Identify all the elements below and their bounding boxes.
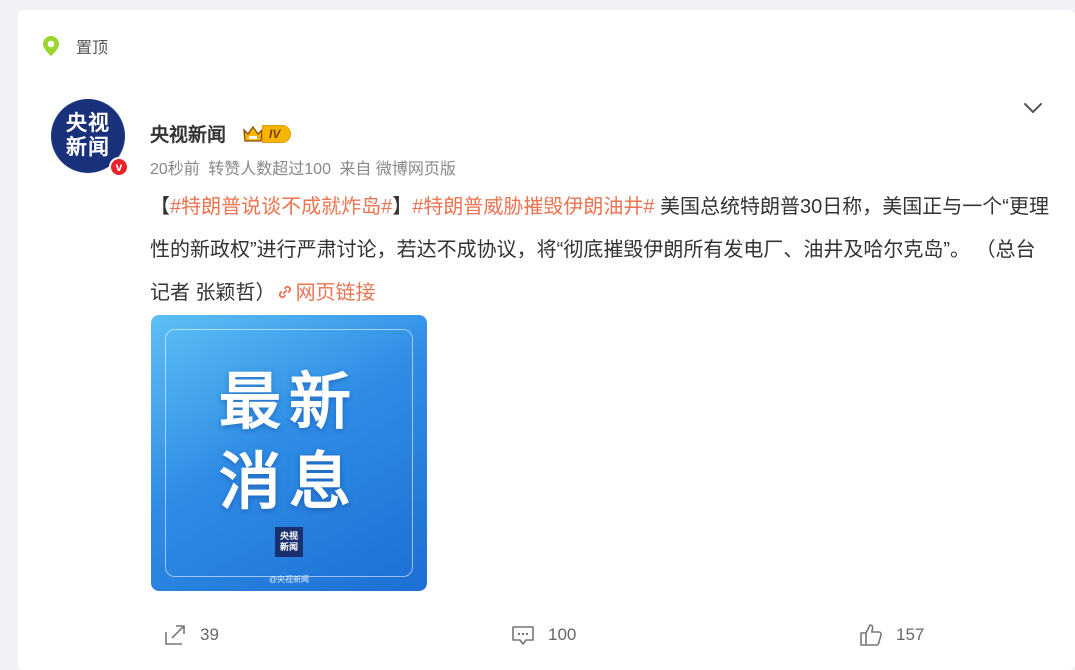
- pinned-label: 置顶: [76, 40, 109, 57]
- repost-like-stat: 转赞人数超过100: [208, 161, 331, 178]
- comment-button[interactable]: 100: [510, 622, 576, 648]
- pin-location-icon: [43, 36, 59, 56]
- chevron-down-icon[interactable]: [1021, 96, 1045, 120]
- username[interactable]: 央视新闻: [150, 120, 226, 147]
- image-logo: 央视 新闻: [275, 527, 303, 557]
- hashtag-link[interactable]: #特朗普威胁摧毁伊朗油井#: [412, 196, 654, 218]
- web-link-label: 网页链接: [295, 282, 376, 304]
- weibo-post-card: 置顶 央视 新闻 v 央视新闻 IV 20秒前 转赞人数超过100 来自 微博网…: [18, 10, 1075, 670]
- verified-badge-icon: v: [109, 157, 129, 177]
- author-row: 央视新闻 IV: [150, 120, 292, 147]
- avatar[interactable]: 央视 新闻 v: [51, 99, 129, 177]
- link-icon: [278, 285, 291, 299]
- bracket-open: 【: [150, 196, 170, 218]
- image-logo-line1: 央视: [279, 531, 298, 541]
- image-logo-line2: 新闻: [279, 542, 298, 552]
- avatar-logo-line1: 央视: [66, 112, 110, 135]
- web-link[interactable]: 网页链接: [276, 282, 376, 304]
- post-meta: 20秒前 转赞人数超过100 来自 微博网页版: [150, 155, 460, 179]
- image-headline-line2: 消息: [218, 448, 359, 517]
- comment-count: 100: [548, 625, 577, 644]
- share-count: 39: [200, 625, 219, 644]
- image-watermark: @央视新闻: [268, 575, 310, 584]
- bracket-close: 】: [392, 196, 413, 218]
- like-button[interactable]: 157: [858, 622, 924, 648]
- post-time[interactable]: 20秒前: [150, 161, 200, 178]
- image-headline: 最新 消息: [151, 363, 427, 523]
- share-button[interactable]: 39: [162, 622, 219, 648]
- post-image[interactable]: 最新 消息 央视 新闻 @央视新闻: [151, 315, 427, 591]
- crown-icon: [243, 125, 263, 142]
- level-label: IV: [262, 124, 292, 143]
- avatar-logo-line2: 新闻: [66, 136, 110, 159]
- thumbs-up-icon: [860, 624, 882, 646]
- post-source: 来自 微博网页版: [339, 161, 456, 178]
- action-bar: 39 100 157: [18, 622, 1075, 658]
- like-count: 157: [896, 625, 925, 644]
- user-level-badge[interactable]: IV: [242, 124, 292, 143]
- image-headline-line1: 最新: [218, 368, 359, 437]
- share-icon: [165, 625, 185, 645]
- pinned-indicator: 置顶: [40, 34, 108, 58]
- post-text: 【#特朗普说谈不成就炸岛#】#特朗普威胁摧毁伊朗油井# 美国总统特朗普30日称，…: [150, 186, 1055, 315]
- hashtag-link[interactable]: #特朗普说谈不成就炸岛#: [170, 196, 392, 218]
- comment-icon: [512, 626, 534, 645]
